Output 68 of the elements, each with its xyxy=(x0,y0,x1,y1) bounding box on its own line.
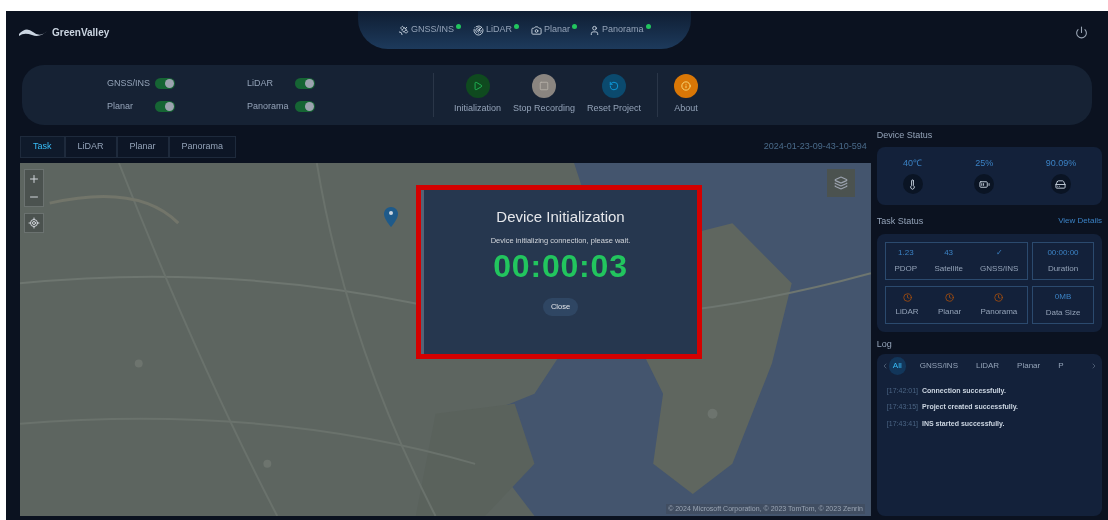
toggle-label: Planar xyxy=(107,100,134,113)
map-pin-icon xyxy=(384,207,398,229)
status-value: 40℃ xyxy=(903,156,923,170)
metric-label: Duration xyxy=(1047,263,1079,275)
status-icon xyxy=(473,24,484,36)
log-tab[interactable]: Planar xyxy=(1013,356,1045,375)
view-details-link[interactable]: View Details xyxy=(1058,215,1102,228)
timestamp: 2024-01-23-09-43-10-594 xyxy=(763,140,867,154)
status-icon xyxy=(589,24,601,36)
status-value: 90.09% xyxy=(1045,156,1077,170)
status-label: Panorama xyxy=(602,23,644,37)
clock-icon xyxy=(945,292,954,302)
info-icon xyxy=(681,81,692,92)
clock-icon xyxy=(902,292,912,302)
toggle-label: LiDAR xyxy=(247,76,274,90)
layers-button[interactable] xyxy=(826,169,855,197)
action-button[interactable]: Stop Recording xyxy=(507,74,582,116)
battery-icon xyxy=(978,178,990,190)
map-tab[interactable]: Panorama xyxy=(168,136,237,158)
metric-label: LiDAR xyxy=(895,305,919,318)
toggle-switch[interactable] xyxy=(295,101,315,113)
log-tab[interactable]: LiDAR xyxy=(971,356,1004,375)
metric-value: 0MB xyxy=(1054,291,1072,303)
action-button[interactable]: Initialization xyxy=(448,74,508,116)
timer: 00:00:03 xyxy=(493,249,628,282)
clock-icon xyxy=(994,292,1004,302)
layers-icon xyxy=(833,176,848,190)
metric-value: 1.23 xyxy=(898,247,914,259)
toggle-label: Panorama xyxy=(247,100,290,113)
stop-icon xyxy=(539,81,550,92)
section-title: Log xyxy=(876,338,893,351)
dialog-title: Device Initialization xyxy=(496,207,625,227)
map-tab[interactable]: Task xyxy=(20,136,65,158)
metric-value: ✓ xyxy=(995,247,1003,259)
status-icon xyxy=(398,24,409,36)
locate-icon xyxy=(28,217,40,229)
metric-label: PDOP xyxy=(894,263,918,275)
metric-label: Panorama xyxy=(980,305,1018,318)
log-tab[interactable]: All xyxy=(888,356,906,375)
status-icon xyxy=(531,24,543,36)
status-label: Planar xyxy=(544,23,571,37)
log-tab[interactable]: GNSS/INS xyxy=(915,356,962,375)
toggle-switch[interactable] xyxy=(155,101,175,113)
play-icon xyxy=(472,81,483,92)
logo-text: GreenValley xyxy=(52,25,110,40)
locate-button[interactable] xyxy=(24,213,44,233)
metric-value: 00:00:00 xyxy=(1047,247,1079,259)
status-value: 25% xyxy=(975,156,994,170)
storage-icon xyxy=(1055,178,1067,190)
metric-label: Satellite xyxy=(934,263,963,275)
toggle-switch[interactable] xyxy=(295,77,315,89)
toggle-switch[interactable] xyxy=(155,77,175,89)
metric-label: GNSS/INS xyxy=(980,263,1019,275)
metric-label: Planar xyxy=(937,305,962,318)
power-icon[interactable] xyxy=(1075,25,1088,39)
action-button[interactable]: About xyxy=(668,74,705,116)
section-title: Task Status xyxy=(876,214,924,228)
reset-icon xyxy=(609,81,620,92)
log-tab[interactable]: P xyxy=(1054,356,1068,375)
map-tab[interactable]: LiDAR xyxy=(64,136,117,158)
action-button[interactable]: Reset Project xyxy=(581,74,648,116)
status-label: LiDAR xyxy=(486,23,513,37)
status-label: GNSS/INS xyxy=(411,23,454,37)
metric-value: 43 xyxy=(944,247,954,259)
toggle-label: GNSS/INS xyxy=(107,76,151,90)
metric-label: Data Size xyxy=(1045,307,1081,319)
section-title: Device Status xyxy=(876,129,934,142)
map-tab[interactable]: Planar xyxy=(116,136,169,158)
